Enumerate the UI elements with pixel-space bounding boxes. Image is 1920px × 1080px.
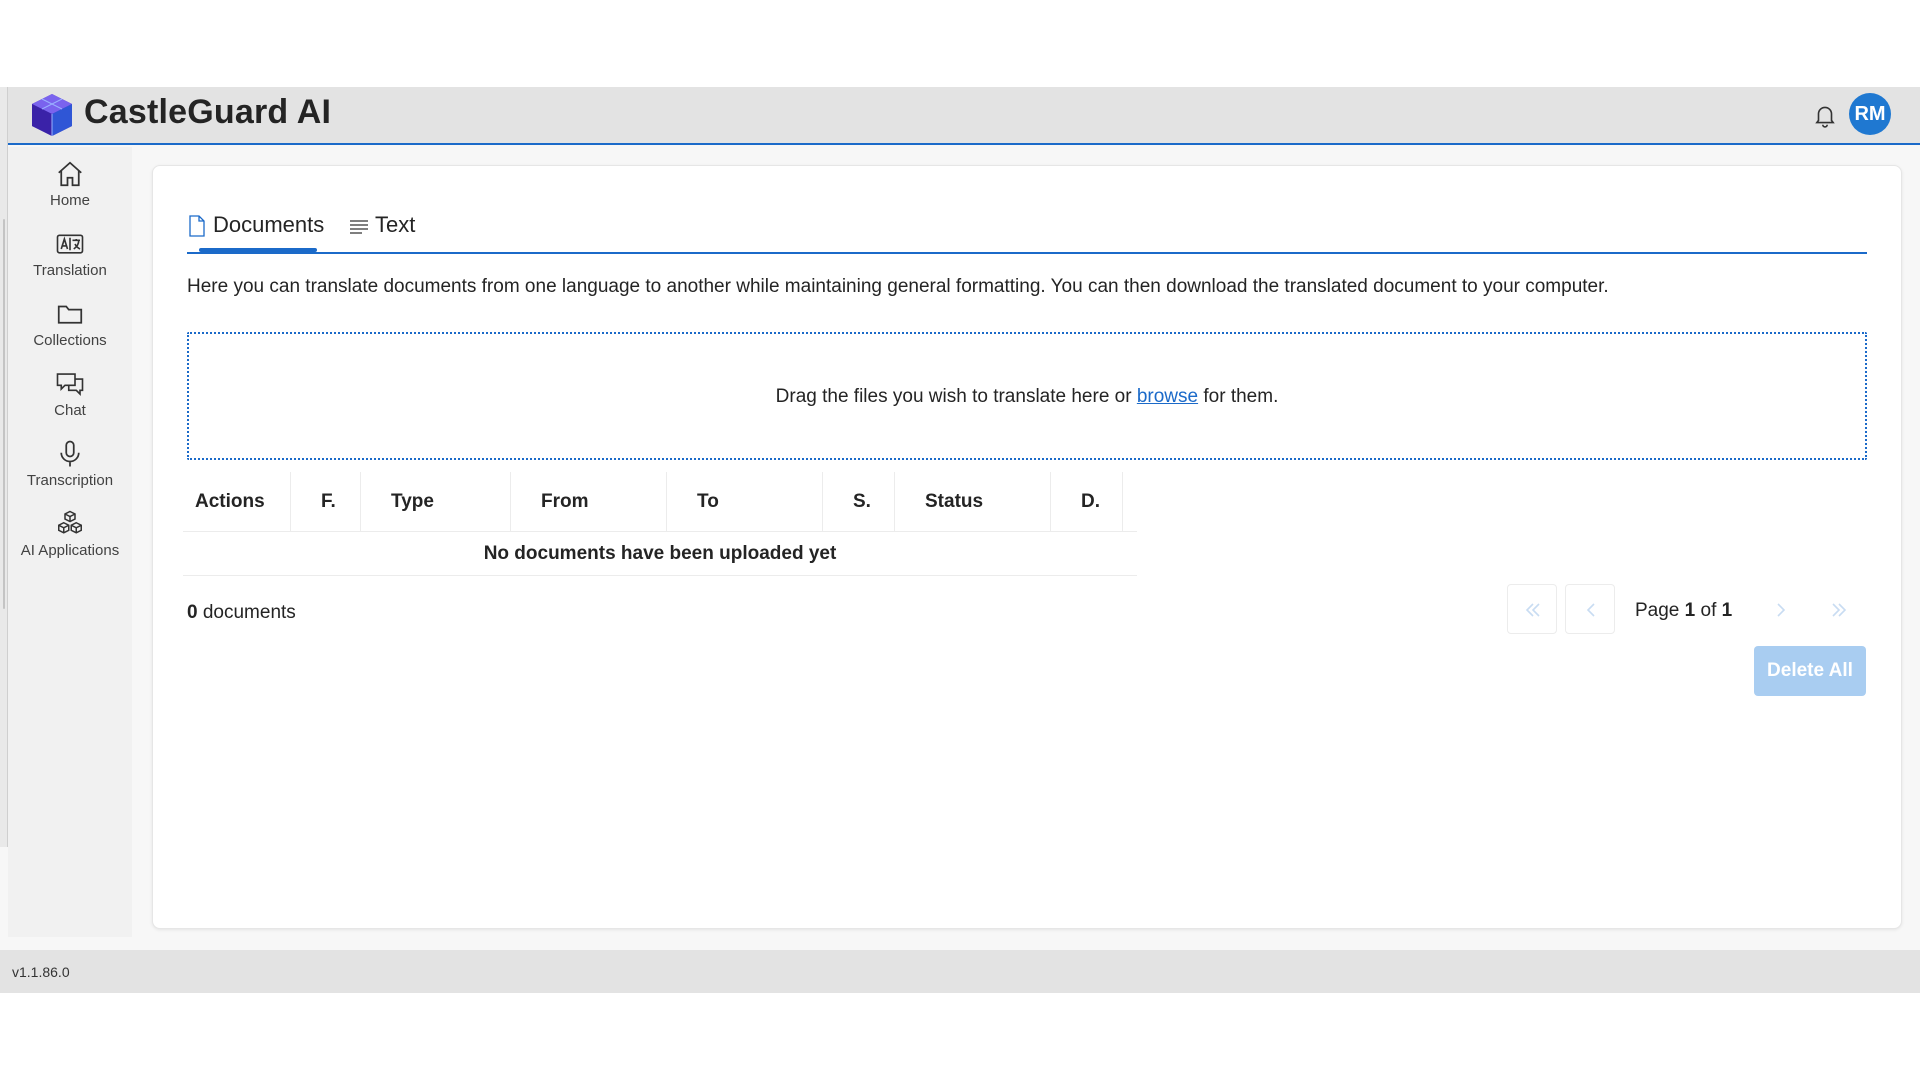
user-avatar[interactable]: RM (1849, 93, 1891, 135)
cubes-icon (58, 510, 82, 534)
column-header-size[interactable]: S. (823, 472, 895, 532)
sidebar-item-collections[interactable]: Collections (8, 293, 132, 359)
column-header-from[interactable]: From (511, 472, 667, 532)
selected-tab-indicator (199, 248, 317, 252)
document-icon (189, 215, 205, 237)
sidebar-item-translation[interactable]: Translation (8, 223, 132, 289)
current-page: 1 (1684, 600, 1696, 621)
page-description: Here you can translate documents from on… (187, 276, 1609, 297)
tab-label: Documents (213, 212, 325, 237)
next-page-button[interactable] (1755, 584, 1805, 634)
page-indicator-middle: of (1695, 600, 1722, 621)
total-pages: 1 (1721, 600, 1733, 621)
window-edge (0, 87, 8, 847)
browse-link[interactable]: browse (1137, 386, 1198, 407)
microphone-icon (60, 440, 80, 467)
tab-label: Text (375, 212, 416, 237)
window-edge-handle (3, 219, 5, 609)
chevron-right-icon (1777, 603, 1786, 617)
table-header: Actions F. Type From To S. Status D. (183, 472, 1137, 532)
double-chevron-left-icon (1525, 603, 1540, 617)
column-header-to[interactable]: To (667, 472, 823, 532)
sidebar-item-label: Home (49, 192, 90, 209)
sidebar-item-label: Transcription (26, 472, 114, 489)
sidebar-item-transcription[interactable]: Transcription (8, 433, 132, 499)
folder-icon (57, 305, 83, 324)
header: CastleGuard AI RM (0, 87, 1920, 145)
column-header-actions[interactable]: Actions (183, 472, 291, 532)
text-lines-icon (350, 220, 368, 234)
footer: v1.1.86.0 (0, 950, 1920, 993)
home-icon (58, 161, 82, 187)
dropzone-suffix: for them. (1198, 386, 1279, 407)
document-count-label: documents (197, 602, 296, 623)
tab-text[interactable]: Text (349, 208, 429, 252)
app-window: CastleGuard AI RM Home Translation Colle… (0, 87, 1920, 993)
page-indicator-prefix: Page (1635, 600, 1685, 621)
chat-icon (56, 373, 84, 396)
sidebar-item-home[interactable]: Home (8, 153, 132, 219)
sidebar-item-label: Collections (33, 332, 107, 349)
sidebar-item-label: Translation (33, 262, 107, 279)
column-header-status[interactable]: Status (895, 472, 1051, 532)
empty-table-message: No documents have been uploaded yet (183, 532, 1137, 576)
castleguard-logo-icon (32, 94, 72, 136)
previous-page-button[interactable] (1565, 584, 1615, 634)
double-chevron-right-icon (1832, 603, 1847, 617)
sidebar-item-chat[interactable]: Chat (8, 363, 132, 429)
sidebar-nav: Home Translation Collections Chat Transc… (8, 147, 132, 937)
dropzone-text: Drag the files you wish to translate her… (189, 386, 1865, 408)
translation-panel: Documents Text Here you can translate do… (152, 165, 1902, 929)
tab-documents[interactable]: Documents (187, 208, 327, 252)
sidebar-item-ai-applications[interactable]: AI Applications (8, 503, 132, 569)
last-page-button[interactable] (1813, 584, 1863, 634)
file-dropzone[interactable]: Drag the files you wish to translate her… (187, 332, 1867, 460)
dropzone-prefix: Drag the files you wish to translate her… (775, 386, 1137, 407)
sidebar-item-label: AI Applications (20, 542, 120, 559)
tab-bar: Documents Text (187, 208, 1867, 254)
documents-table: Actions F. Type From To S. Status D. No … (183, 472, 1137, 576)
document-count-number: 0 (187, 602, 198, 623)
column-header-file[interactable]: F. (291, 472, 361, 532)
first-page-button[interactable] (1507, 584, 1557, 634)
delete-all-button[interactable]: Delete All (1754, 646, 1866, 696)
translation-icon (56, 234, 84, 254)
sidebar-item-label: Chat (54, 402, 86, 419)
chevron-left-icon (1586, 603, 1595, 617)
column-header-type[interactable]: Type (361, 472, 511, 532)
page-indicator: Page 1 of 1 (1635, 600, 1732, 622)
document-count: 0 documents (187, 602, 296, 624)
column-header-date[interactable]: D. (1051, 472, 1123, 532)
app-title: CastleGuard AI (84, 93, 332, 131)
notification-bell-icon[interactable] (1812, 102, 1838, 128)
version-label: v1.1.86.0 (12, 964, 70, 980)
